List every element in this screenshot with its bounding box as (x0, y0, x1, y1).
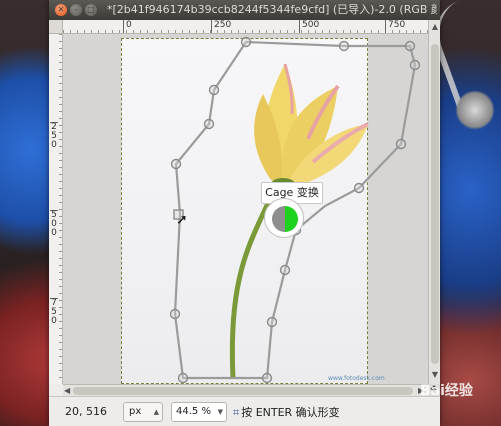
image-watermark: www.fotodesk.com (328, 375, 385, 382)
baidu-jingyan-watermark: Bai经验 (420, 383, 473, 399)
zoom-select[interactable]: 44.5 % ▼ (171, 402, 227, 422)
ruler-tick-label: 2 5 0 (51, 122, 57, 150)
mouse-pointer-icon: ➚ (176, 212, 188, 228)
image-canvas[interactable]: www.fotodesk.com (63, 34, 428, 384)
cage-handle (240, 36, 252, 48)
cage-handle (409, 59, 421, 71)
ruler-tick: 0 (123, 20, 132, 33)
tulip-flower (254, 63, 369, 190)
minimize-window-button[interactable]: – (70, 4, 82, 16)
unit-select[interactable]: px ▲▼ (123, 402, 163, 422)
close-window-button[interactable]: ✕ (55, 4, 67, 16)
cage-handle (353, 182, 365, 194)
cage-handle (395, 138, 407, 150)
scroll-down-icon[interactable]: ▼ (429, 370, 441, 379)
minimize-icon: – (74, 5, 78, 14)
cage-handle (177, 372, 189, 384)
horizontal-scrollbar[interactable]: ◀ ▶ (63, 384, 428, 396)
ruler-tick: 5 0 0 (50, 210, 58, 238)
cage-tool-left-half (272, 206, 285, 232)
close-icon: ✕ (57, 5, 65, 14)
ruler-tick: 2 5 0 (50, 122, 58, 150)
vertical-scrollbar[interactable]: ▲ ▼ (428, 20, 440, 384)
cage-tool-indicator (264, 198, 304, 238)
horizontal-scroll-thumb[interactable] (73, 387, 413, 395)
cage-handle (279, 264, 291, 276)
cage-handle (208, 84, 220, 96)
vertical-scroll-thumb[interactable] (431, 44, 439, 364)
cage-handle (203, 118, 215, 130)
chevron-down-icon: ▼ (217, 408, 223, 416)
status-message: ⌗ 按 ENTER 确认形变 (233, 404, 340, 420)
cage-handle (261, 372, 273, 384)
chevron-updown-icon: ▲▼ (153, 408, 159, 416)
cage-handle (266, 316, 278, 328)
scroll-left-icon[interactable]: ◀ (64, 385, 70, 396)
maximize-icon: □ (87, 5, 95, 14)
title-bar[interactable]: ✕ – □ *[2b41f946174b39ccb8244f5344fe9cfd… (49, 0, 440, 20)
zoom-value: 44.5 % (176, 406, 211, 417)
ruler-tick: 7 5 0 (50, 298, 58, 326)
disc-highlight (455, 90, 495, 130)
pointer-coordinates: 20, 516 (65, 405, 107, 418)
unit-value: px (129, 406, 142, 417)
cage-tool-right-half (285, 206, 298, 232)
cage-handle (338, 40, 350, 52)
window-title: *[2b41f946174b39ccb8244f5344fe9cfd] (已导入… (107, 3, 437, 16)
ruler-tick: 250 (211, 20, 231, 33)
image-artwork (169, 36, 421, 384)
ruler-tick-label: 5 0 0 (51, 210, 57, 238)
status-message-text: 按 ENTER 确认形变 (241, 406, 340, 419)
ruler-tick: 750 (385, 20, 405, 33)
gimp-window: ✕ – □ *[2b41f946174b39ccb8244f5344fe9cfd… (49, 0, 440, 426)
horizontal-ruler[interactable]: 0 250 500 750 (63, 20, 428, 34)
scroll-up-icon[interactable]: ▲ (429, 22, 441, 31)
ruler-tick-label: 7 5 0 (51, 298, 57, 326)
cage-handle (404, 40, 416, 52)
maximize-window-button[interactable]: □ (85, 4, 97, 16)
ruler-corner[interactable] (49, 20, 63, 34)
cage-handle (169, 308, 181, 320)
status-bar: 20, 516 px ▲▼ 44.5 % ▼ ⌗按 ENTER 确认形变 (49, 396, 440, 426)
ruler-tick: 500 (299, 20, 319, 33)
cage-handle (170, 158, 182, 170)
cage-transform-icon: ⌗ (233, 406, 240, 419)
vertical-ruler[interactable]: 2 5 0 5 0 0 7 5 0 (49, 34, 63, 384)
